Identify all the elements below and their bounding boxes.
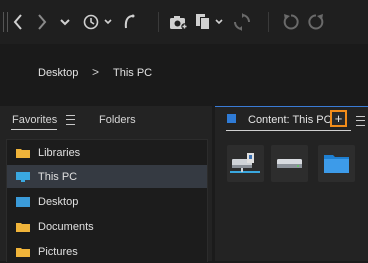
- favorite-item-desktop[interactable]: Desktop: [7, 190, 207, 213]
- clock-history-icon: [83, 14, 112, 30]
- favorite-label: Pictures: [38, 245, 78, 258]
- panel-tabs: Favorites Folders: [0, 106, 212, 132]
- rotate-left-icon: [283, 14, 299, 30]
- tab-favorites[interactable]: Favorites: [12, 114, 57, 126]
- hard-drive-icon: [277, 159, 302, 168]
- breadcrumb-item-this-pc[interactable]: This PC: [113, 67, 152, 79]
- favorite-item-this-pc[interactable]: This PC: [7, 165, 207, 188]
- recent-button[interactable]: [82, 11, 114, 33]
- undo-button[interactable]: [281, 11, 301, 33]
- copy-button[interactable]: [194, 11, 226, 33]
- forward-button[interactable]: [34, 11, 50, 33]
- panel-focus-indicator: [215, 106, 368, 107]
- favorite-label: Documents: [38, 220, 94, 233]
- breadcrumb: Desktop > This PC: [0, 44, 368, 106]
- toolbar: [0, 0, 368, 44]
- favorites-panel: Favorites Folders Libraries This PC Desk…: [0, 106, 212, 262]
- favorite-label: Desktop: [38, 195, 79, 208]
- copy-icon: [196, 14, 223, 30]
- thumbnail-hard-drive[interactable]: [271, 145, 308, 182]
- thumbnail-network-drive[interactable]: [227, 145, 264, 182]
- add-tab-button[interactable]: +: [330, 110, 347, 127]
- boomerang-icon: [124, 14, 135, 29]
- chevron-down-icon: [60, 18, 70, 25]
- folder-blue-icon: [324, 155, 349, 173]
- folder-icon: [16, 247, 30, 257]
- tab-content[interactable]: Content: This PC: [248, 114, 342, 126]
- favorite-label: Libraries: [38, 146, 81, 159]
- history-dropdown-button[interactable]: [58, 11, 72, 33]
- active-tab-indicator: [226, 130, 351, 131]
- tab-folders[interactable]: Folders: [99, 114, 136, 126]
- favorite-item-pictures[interactable]: Pictures: [7, 240, 207, 263]
- breadcrumb-separator[interactable]: >: [92, 65, 99, 79]
- toolbar-separator: [158, 12, 159, 32]
- camera-button[interactable]: [168, 11, 190, 33]
- favorite-label: This PC: [38, 170, 78, 183]
- folder-icon: [16, 148, 30, 158]
- favorites-menu-icon[interactable]: [66, 115, 75, 125]
- toolbar-grip[interactable]: [3, 12, 8, 32]
- monitor-icon: [16, 171, 30, 182]
- favorites-list: Libraries This PC Desktop Documents Pict…: [6, 139, 208, 262]
- favorite-item-documents[interactable]: Documents: [7, 215, 207, 238]
- content-panel: Content: This PC +: [215, 106, 368, 261]
- chevron-left-icon: [13, 14, 22, 30]
- favorite-item-libraries[interactable]: Libraries: [7, 141, 207, 164]
- back-button[interactable]: [10, 11, 26, 33]
- content-panel-header: Content: This PC +: [215, 106, 368, 134]
- active-tab-indicator: [11, 129, 57, 130]
- breadcrumb-item-desktop[interactable]: Desktop: [38, 67, 78, 79]
- folder-icon: [16, 222, 30, 232]
- pick-from-recent-button[interactable]: [120, 11, 138, 33]
- rotate-right-icon: [308, 14, 324, 30]
- desktop-icon: [16, 196, 30, 207]
- network-drive-icon: [230, 153, 260, 173]
- redo-button[interactable]: [306, 11, 326, 33]
- refresh-button[interactable]: [232, 11, 252, 33]
- chevron-right-icon: [38, 14, 47, 30]
- refresh-icon: [234, 13, 250, 31]
- content-panel-icon: [227, 114, 236, 123]
- camera-icon: [170, 15, 188, 30]
- content-menu-icon[interactable]: [356, 116, 365, 126]
- toolbar-separator: [268, 12, 269, 32]
- thumbnail-folder[interactable]: [318, 145, 355, 182]
